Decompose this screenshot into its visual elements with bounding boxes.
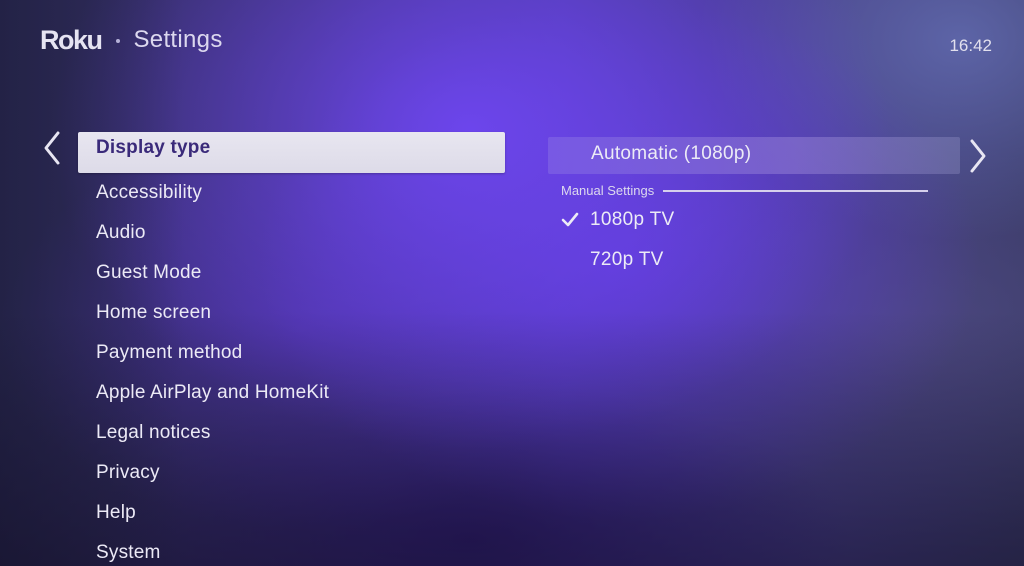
chevron-right-icon: [970, 139, 986, 173]
roku-logo: Roku: [40, 24, 103, 55]
forward-button[interactable]: [966, 138, 990, 174]
separator-dot: [115, 39, 120, 43]
menu-item-display-type[interactable]: Display type: [78, 132, 505, 173]
menu-item-guest-mode[interactable]: Guest Mode: [78, 253, 505, 293]
menu-item-help[interactable]: Help: [78, 493, 505, 533]
menu-item-home-screen[interactable]: Home screen: [78, 293, 505, 333]
menu-item-audio[interactable]: Audio: [78, 213, 505, 253]
menu-item-legal-notices[interactable]: Legal notices: [78, 413, 505, 453]
clock: 16:42: [949, 36, 992, 55]
back-button[interactable]: [40, 130, 64, 166]
menu-item-label: Display type: [96, 137, 211, 158]
manual-options: 1080p TV 720p TV: [548, 200, 960, 280]
display-type-panel: Automatic (1080p) Manual Settings 1080p …: [548, 137, 960, 280]
section-divider: [663, 190, 929, 192]
header: Roku Settings: [40, 22, 223, 58]
chevron-left-icon: [44, 131, 60, 165]
menu-item-privacy[interactable]: Privacy: [78, 453, 505, 493]
page-title: Settings: [133, 26, 223, 53]
option-label: 720p TV: [590, 249, 664, 270]
manual-settings-label: Manual Settings: [561, 182, 655, 198]
option-1080p[interactable]: 1080p TV: [548, 200, 960, 240]
menu-item-airplay-homekit[interactable]: Apple AirPlay and HomeKit: [78, 373, 505, 413]
automatic-option[interactable]: Automatic (1080p): [548, 137, 960, 174]
menu-item-system[interactable]: System: [78, 533, 505, 566]
checkmark-icon: [561, 212, 579, 227]
settings-menu: Display type Accessibility Audio Guest M…: [78, 132, 505, 566]
menu-item-accessibility[interactable]: Accessibility: [78, 173, 505, 213]
option-720p[interactable]: 720p TV: [548, 240, 960, 280]
manual-settings-header: Manual Settings: [548, 181, 960, 199]
option-label: 1080p TV: [590, 209, 675, 230]
menu-item-payment-method[interactable]: Payment method: [78, 333, 505, 373]
